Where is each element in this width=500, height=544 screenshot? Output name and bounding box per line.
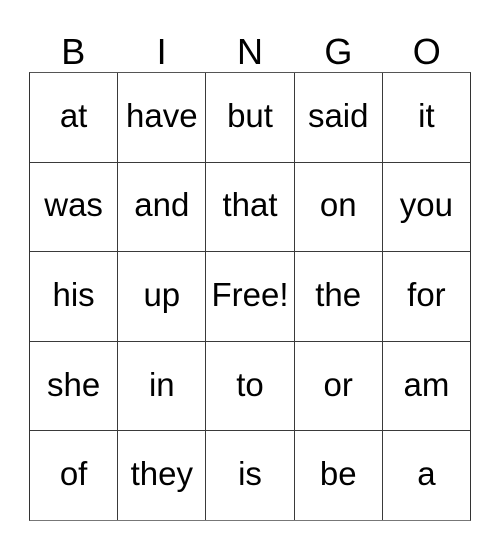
bingo-cell-o1[interactable]: it	[381, 73, 470, 162]
bingo-cell-g2[interactable]: on	[293, 162, 382, 252]
bingo-cell-b2[interactable]: was	[30, 163, 117, 252]
bingo-header-letter-i: I	[156, 31, 167, 72]
bingo-row-1: at have but said it	[30, 73, 470, 162]
bingo-cell-i2[interactable]: and	[117, 162, 205, 252]
bingo-cell-i1[interactable]: have	[117, 73, 205, 162]
bingo-header-row: B I N G O	[29, 22, 471, 72]
bingo-cell-b1[interactable]: at	[30, 73, 117, 162]
bingo-cell-g3[interactable]: the	[293, 252, 382, 341]
bingo-grid: at have but said it was and that on you …	[29, 72, 471, 521]
bingo-row-4: she in to or am	[30, 340, 470, 431]
bingo-row-2: was and that on you	[30, 161, 470, 252]
bingo-row-5: of they is be a	[30, 430, 470, 520]
bingo-cell-b5[interactable]: of	[30, 431, 117, 520]
bingo-header-letter-g: G	[324, 31, 353, 72]
bingo-cell-g1[interactable]: said	[293, 73, 382, 162]
bingo-cell-n1[interactable]: but	[205, 73, 293, 162]
bingo-cell-b4[interactable]: she	[30, 342, 117, 431]
bingo-card: B I N G O at have but said it was and th…	[29, 22, 471, 521]
bingo-cell-n5[interactable]: is	[205, 431, 293, 520]
bingo-cell-o3[interactable]: for	[381, 252, 470, 341]
bingo-cell-n4[interactable]: to	[205, 341, 293, 431]
bingo-cell-n2[interactable]: that	[205, 162, 293, 252]
bingo-header-letter-b: B	[61, 31, 86, 72]
bingo-cell-o4[interactable]: am	[381, 341, 470, 431]
bingo-header-letter-o: O	[412, 31, 441, 72]
bingo-cell-i4[interactable]: in	[117, 341, 205, 431]
bingo-header-letter-n: N	[236, 31, 263, 72]
bingo-cell-g5[interactable]: be	[293, 431, 382, 520]
bingo-cell-b3[interactable]: his	[30, 252, 117, 341]
bingo-cell-i5[interactable]: they	[117, 431, 205, 520]
bingo-cell-g4[interactable]: or	[293, 341, 382, 431]
bingo-cell-o5[interactable]: a	[381, 431, 470, 520]
bingo-row-3: his up Free! the for	[30, 251, 470, 341]
bingo-cell-free-space[interactable]: Free!	[205, 252, 293, 341]
bingo-cell-o2[interactable]: you	[381, 162, 470, 252]
bingo-cell-i3[interactable]: up	[117, 252, 205, 341]
